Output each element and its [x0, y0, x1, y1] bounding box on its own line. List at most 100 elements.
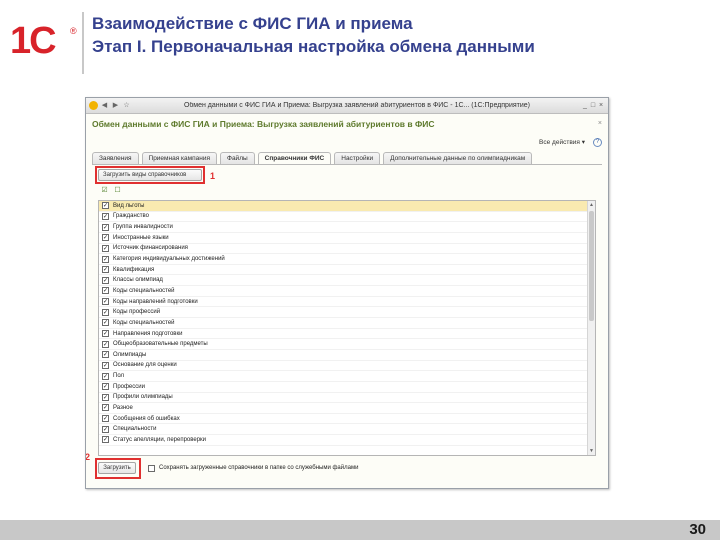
slide-title-line-1: Взаимодействие с ФИС ГИА и приема	[92, 14, 413, 33]
tab-files[interactable]: Файлы	[220, 152, 255, 164]
list-item-checkbox[interactable]: ✓	[102, 276, 109, 284]
list-item-label: Иностранные языки	[113, 234, 169, 241]
list-item-label: Сообщения об ошибках	[113, 415, 180, 422]
list-item[interactable]: ✓ Иностранные языки	[99, 233, 595, 244]
list-item-label: Олимпиады	[113, 351, 147, 358]
list-item-checkbox[interactable]: ✓	[102, 234, 109, 242]
list-item[interactable]: ✓ Классы олимпиад	[99, 275, 595, 287]
list-item-checkbox[interactable]: ✓	[102, 436, 109, 444]
list-item-checkbox[interactable]: ✓	[102, 383, 109, 391]
list-item[interactable]: ✓ Коды направлений подготовки	[99, 297, 595, 308]
slide-title: Взаимодействие с ФИС ГИА и приема Этап I…	[92, 12, 535, 58]
list-item[interactable]: ✓ Коды специальностей	[99, 318, 595, 329]
list-item-label: Направления подготовки	[113, 330, 183, 337]
list-item-label: Коды специальностей	[113, 319, 175, 326]
list-item-label: Основание для оценки	[113, 362, 177, 369]
list-item[interactable]: ✓ Разное	[99, 403, 595, 414]
list-item-label: Коды специальностей	[113, 287, 175, 294]
list-item-checkbox[interactable]: ✓	[102, 308, 109, 316]
tab-fis-directories[interactable]: Справочники ФИС	[257, 152, 332, 164]
form-close-icon[interactable]: ×	[598, 120, 602, 127]
list-item[interactable]: ✓ Категория индивидуальных достижений	[99, 254, 595, 265]
list-item-checkbox[interactable]: ✓	[102, 223, 109, 231]
tab-applications[interactable]: Заявления	[92, 152, 139, 164]
check-all-icon[interactable]: ☑	[100, 186, 109, 195]
callout-1-number: 1	[210, 171, 216, 181]
list-item-checkbox[interactable]: ✓	[102, 244, 109, 252]
list-item[interactable]: ✓ Пол	[99, 371, 595, 382]
list-item-checkbox[interactable]: ✓	[102, 319, 109, 327]
forward-icon[interactable]: ▶	[111, 101, 120, 110]
list-item[interactable]: ✓ Основание для оценки	[99, 361, 595, 372]
uncheck-all-icon[interactable]: ☐	[113, 186, 122, 195]
list-item-checkbox[interactable]: ✓	[102, 287, 109, 295]
list-item-label: Классы олимпиад	[113, 277, 163, 284]
close-window-icon[interactable]: ×	[597, 102, 605, 109]
list-item-checkbox[interactable]: ✓	[102, 340, 109, 348]
save-files-checkbox[interactable]	[148, 464, 155, 472]
list-item-label: Статус апелляции, перепроверки	[113, 436, 207, 443]
list-item-label: Профессии	[113, 383, 145, 390]
list-item-checkbox[interactable]: ✓	[102, 266, 109, 274]
all-actions-menu[interactable]: Все действия ▾	[539, 138, 585, 146]
list-item-checkbox[interactable]: ✓	[102, 372, 109, 380]
list-item-label: Специальности	[113, 426, 157, 433]
app-window: ● ◀ ▶ ☆ Обмен данными с ФИС ГИА и Приема…	[85, 97, 609, 489]
list-scrollbar[interactable]: ▲ ▼	[587, 201, 595, 455]
list-item-checkbox[interactable]: ✓	[102, 255, 109, 263]
list-item[interactable]: ✓ Профили олимпиады	[99, 393, 595, 404]
list-item[interactable]: ✓ Специальности	[99, 424, 595, 436]
list-item[interactable]: ✓ Коды профессий	[99, 307, 595, 319]
list-item[interactable]: ✓ Квалификация	[99, 265, 595, 276]
list-item-label: Категория индивидуальных достижений	[113, 256, 225, 263]
tab-olympiad-data[interactable]: Дополнительные данные по олимпиадникам	[383, 152, 533, 164]
list-item-label: Пол	[113, 373, 125, 380]
list-item-label: Общеобразовательные предметы	[113, 341, 208, 348]
list-item-checkbox[interactable]: ✓	[102, 361, 109, 369]
form-header: Обмен данными с ФИС ГИА и Приема: Выгруз…	[86, 114, 608, 133]
list-item-checkbox[interactable]: ✓	[102, 212, 109, 220]
list-item-label: Вид льготы	[113, 202, 145, 209]
list-item-checkbox[interactable]: ✓	[102, 202, 109, 210]
list-item[interactable]: ✓ Направления подготовки	[99, 329, 595, 340]
slide-title-line-2: Этап I. Первоначальная настройка обмена …	[92, 37, 535, 56]
header-divider	[82, 12, 84, 74]
list-item[interactable]: ✓ Статус апелляции, перепроверки	[99, 435, 595, 446]
list-item[interactable]: ✓ Источник финансирования	[99, 244, 595, 255]
list-item-checkbox[interactable]: ✓	[102, 404, 109, 412]
list-item[interactable]: ✓ Вид льготы	[99, 201, 595, 212]
list-item-checkbox[interactable]: ✓	[102, 415, 109, 423]
callout-1-frame	[95, 166, 205, 184]
list-item-label: Профили олимпиады	[113, 394, 173, 401]
tab-admission-campaign[interactable]: Приемная кампания	[141, 152, 217, 164]
star-icon[interactable]: ☆	[122, 101, 131, 110]
tab-settings[interactable]: Настройки	[334, 152, 381, 164]
upload-button[interactable]: Загрузить	[98, 462, 136, 474]
list-item[interactable]: ✓ Коды специальностей	[99, 286, 595, 297]
list-item-checkbox[interactable]: ✓	[102, 330, 109, 337]
list-item[interactable]: ✓ Общеобразовательные предметы	[99, 339, 595, 350]
back-icon[interactable]: ◀	[100, 101, 109, 110]
page-number: 30	[689, 521, 706, 538]
list-item[interactable]: ✓ Олимпиады	[99, 350, 595, 361]
list-item-checkbox[interactable]: ✓	[102, 393, 109, 401]
list-item-label: Коды профессий	[113, 309, 161, 316]
1c-logo: 1С ®	[10, 20, 77, 62]
list-item[interactable]: ✓ Гражданство	[99, 212, 595, 223]
scroll-up-icon[interactable]: ▲	[588, 201, 595, 209]
list-item[interactable]: ✓ Профессии	[99, 382, 595, 393]
scroll-down-icon[interactable]: ▼	[588, 447, 595, 455]
list-item-checkbox[interactable]: ✓	[102, 425, 109, 433]
list-item[interactable]: ✓ Группа инвалидности	[99, 222, 595, 233]
maximize-icon[interactable]: □	[589, 102, 597, 109]
minimize-icon[interactable]: _	[581, 102, 589, 109]
help-icon[interactable]: ?	[593, 137, 602, 147]
list-item[interactable]: ✓ Сообщения об ошибках	[99, 414, 595, 425]
logo-text: 1С	[10, 20, 57, 62]
app-icon[interactable]: ●	[89, 101, 98, 110]
scroll-thumb[interactable]	[589, 211, 594, 321]
window-titlebar: ● ◀ ▶ ☆ Обмен данными с ФИС ГИА и Приема…	[86, 98, 608, 114]
list-item-checkbox[interactable]: ✓	[102, 298, 109, 306]
list-item-label: Квалификация	[113, 266, 155, 273]
list-item-checkbox[interactable]: ✓	[102, 351, 109, 359]
